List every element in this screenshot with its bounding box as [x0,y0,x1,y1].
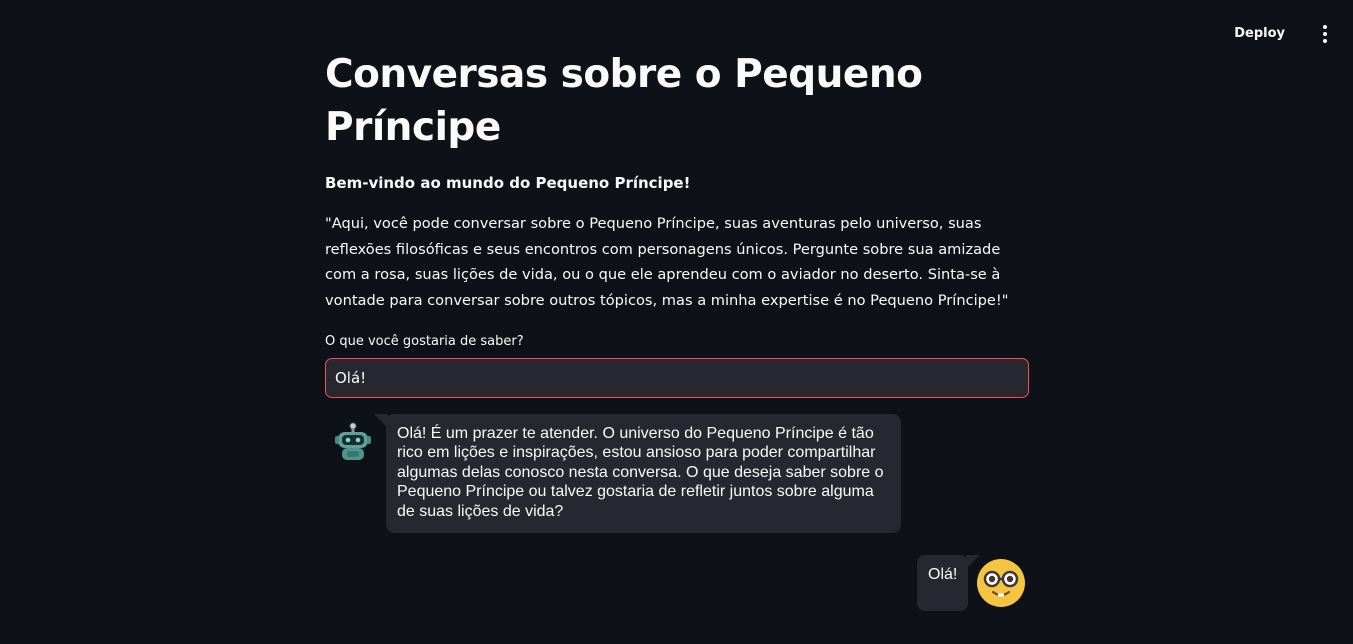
vertical-ellipsis-icon[interactable] [1313,20,1337,48]
question-input-label: O que você gostaria de saber? [325,334,524,349]
bot-message: Olá! É um prazer te atender. O universo … [374,414,901,534]
deploy-button[interactable]: Deploy [1222,20,1297,48]
page-title: Conversas sobre o Pequeno Príncipe [325,52,923,150]
nerd-face-emoji-icon [976,558,1026,608]
robot-avatar-icon [332,420,374,462]
intro-text: "Aqui, você pode conversar sobre o Peque… [325,215,1009,310]
user-message: Olá! [917,555,981,611]
welcome-text: Bem-vindo ao mundo do Pequeno Príncipe! [325,174,691,192]
question-input[interactable] [326,359,1028,397]
question-input-container [325,358,1029,398]
